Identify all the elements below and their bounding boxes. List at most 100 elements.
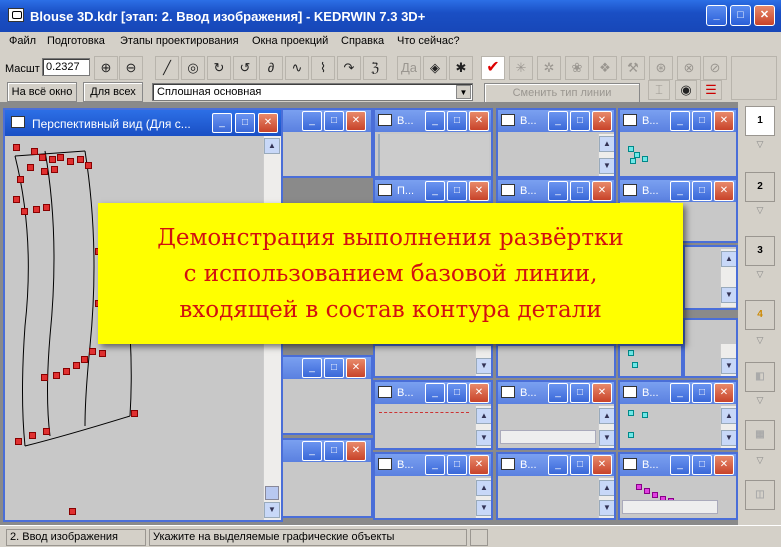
gear-icon[interactable]: ✲ bbox=[537, 56, 561, 80]
zoom-in-icon[interactable]: ⊕ bbox=[94, 56, 118, 80]
menu-file[interactable]: Файл bbox=[9, 35, 36, 47]
menu-prepare[interactable]: Подготовка bbox=[47, 35, 105, 47]
status-empty bbox=[470, 529, 488, 546]
projection-window[interactable]: В... _ □ ✕ ▲ ▼ bbox=[373, 380, 493, 450]
window-icon bbox=[623, 458, 637, 470]
change-line-type-button[interactable]: Сменить тип линии bbox=[484, 83, 640, 103]
stage-panel: 1 ▽ 2 ▽ 3 ▽ 4 ▽ ◧ ▽ ▦ ▽ ◫ bbox=[738, 100, 781, 525]
window-icon bbox=[501, 114, 515, 126]
hook-tool-icon[interactable]: ↷ bbox=[337, 56, 361, 80]
eye-icon[interactable]: ◉ bbox=[675, 80, 697, 100]
app-icon[interactable] bbox=[8, 8, 24, 22]
projection-window[interactable]: В... _ □ ✕ ▲ ▼ bbox=[496, 380, 616, 450]
scroll-down-icon[interactable]: ▼ bbox=[264, 502, 280, 518]
target-tool-icon[interactable]: ◈ bbox=[423, 56, 447, 80]
polyline-tool-icon[interactable]: ⌇ bbox=[311, 56, 335, 80]
separator-icon: ▽ bbox=[756, 205, 764, 215]
projection-window[interactable]: _ □ ✕ bbox=[278, 438, 373, 518]
window-icon bbox=[501, 184, 515, 196]
projection-window[interactable]: П... _ □ ✕ bbox=[373, 178, 493, 203]
da-tool-button[interactable]: Дa bbox=[397, 56, 421, 80]
stage-7-icon[interactable]: ◫ bbox=[745, 480, 775, 510]
status-stage: 2. Ввод изображения bbox=[6, 529, 146, 546]
menu-help[interactable]: Справка bbox=[341, 35, 384, 47]
hammer-icon[interactable]: ⚒ bbox=[621, 56, 645, 80]
ball2-icon[interactable]: ⊗ bbox=[677, 56, 701, 80]
window-title: Blouse 3D.kdr [этап: 2. Ввод изображения… bbox=[30, 9, 426, 24]
mesh-icon[interactable]: ❖ bbox=[593, 56, 617, 80]
chevron-down-icon[interactable]: ▼ bbox=[456, 85, 471, 99]
projection-window[interactable]: В... _ □ ✕ bbox=[496, 178, 616, 203]
projection-window[interactable]: _ □ ✕ bbox=[278, 355, 373, 435]
menu-projection-windows[interactable]: Окна проекций bbox=[252, 35, 328, 47]
ball-icon[interactable]: ⊛ bbox=[649, 56, 673, 80]
fit-all-button[interactable]: Для всех bbox=[83, 82, 143, 102]
cut-tool-icon[interactable]: ✱ bbox=[449, 56, 473, 80]
separator-icon: ▽ bbox=[756, 395, 764, 405]
stage-3-button[interactable]: 3 bbox=[745, 236, 775, 266]
window-icon bbox=[378, 114, 392, 126]
close-button[interactable]: ✕ bbox=[258, 113, 278, 133]
minimize-button[interactable]: _ bbox=[706, 5, 727, 26]
sphere-icon[interactable]: ❀ bbox=[565, 56, 589, 80]
line-type-select[interactable]: Сплошная основная ▼ bbox=[152, 83, 473, 101]
curve-tool-icon[interactable]: ∿ bbox=[285, 56, 309, 80]
line-tool-icon[interactable]: ╱ bbox=[155, 56, 179, 80]
toolbar-blank-panel bbox=[731, 56, 777, 100]
window-icon bbox=[501, 458, 515, 470]
menu-stages[interactable]: Этапы проектирования bbox=[120, 35, 239, 47]
projection-window[interactable] bbox=[496, 344, 616, 378]
menu-what-now[interactable]: Что сейчас? bbox=[397, 35, 460, 47]
maximize-button[interactable]: □ bbox=[730, 5, 751, 26]
checkmark-icon[interactable]: ✔ bbox=[481, 56, 505, 80]
maximize-button[interactable]: □ bbox=[235, 113, 255, 133]
projection-window[interactable] bbox=[618, 344, 683, 378]
stage-4-button[interactable]: 4 bbox=[745, 300, 775, 330]
window-icon bbox=[623, 386, 637, 398]
spline-tool-icon[interactable]: ∂ bbox=[259, 56, 283, 80]
projection-window[interactable]: _ □ ✕ bbox=[278, 108, 373, 178]
status-hint: Укажите на выделяемые графические объект… bbox=[149, 529, 467, 546]
minimize-button[interactable]: _ bbox=[212, 113, 232, 133]
projection-window[interactable]: В... _ □ ✕ bbox=[618, 452, 738, 520]
projection-window[interactable]: ▼ bbox=[683, 318, 738, 378]
projection-window[interactable]: В... _ □ ✕ ▲ ▼ bbox=[496, 108, 616, 178]
bracket-icon[interactable]: ⌶ bbox=[648, 80, 670, 100]
separator-icon: ▽ bbox=[756, 455, 764, 465]
asterisk-icon[interactable]: ✳ bbox=[509, 56, 533, 80]
arc2-tool-icon[interactable]: ↺ bbox=[233, 56, 257, 80]
scroll-up-icon[interactable]: ▲ bbox=[264, 138, 280, 154]
ball3-icon[interactable]: ⊘ bbox=[703, 56, 727, 80]
projection-window[interactable]: В... _ □ ✕ ▲ ▼ bbox=[373, 452, 493, 520]
stage-1-button[interactable]: 1 bbox=[745, 106, 775, 136]
projection-window[interactable]: ▼ bbox=[373, 344, 493, 378]
perspective-window-title: Перспективный вид (Для с... bbox=[32, 117, 191, 131]
window-icon bbox=[11, 116, 25, 128]
projection-window[interactable]: В... _ □ ✕ ▲ ▼ bbox=[618, 380, 738, 450]
separator-icon: ▽ bbox=[756, 335, 764, 345]
stage-6-icon[interactable]: ▦ bbox=[745, 420, 775, 450]
window-icon bbox=[501, 386, 515, 398]
projection-window[interactable]: ▲ ▼ bbox=[683, 245, 738, 310]
title-bar: Blouse 3D.kdr [этап: 2. Ввод изображения… bbox=[0, 0, 781, 32]
banner-line-3: входящей в состав контура детали bbox=[179, 297, 602, 323]
circle-tool-icon[interactable]: ◎ bbox=[181, 56, 205, 80]
projection-window[interactable]: В... _ □ ✕ ▲ ▼ bbox=[496, 452, 616, 520]
list-icon[interactable]: ☰ bbox=[700, 80, 722, 100]
status-bar: 2. Ввод изображения Укажите на выделяемы… bbox=[0, 525, 781, 547]
window-icon bbox=[623, 184, 637, 196]
separator-icon: ▽ bbox=[756, 139, 764, 149]
stage-2-button[interactable]: 2 bbox=[745, 172, 775, 202]
arc-tool-icon[interactable]: ↻ bbox=[207, 56, 231, 80]
window-icon bbox=[378, 386, 392, 398]
bend-tool-icon[interactable]: ℨ bbox=[363, 56, 387, 80]
projection-window[interactable]: В... _ □ ✕ bbox=[618, 108, 738, 178]
scale-input[interactable]: 0.2327 bbox=[42, 58, 90, 76]
menu-bar: Файл Подготовка Этапы проектирования Окн… bbox=[0, 32, 781, 52]
window-icon bbox=[378, 458, 392, 470]
stage-5-icon[interactable]: ◧ bbox=[745, 362, 775, 392]
projection-window[interactable]: В... _ □ ✕ bbox=[373, 108, 493, 178]
zoom-out-icon[interactable]: ⊖ bbox=[119, 56, 143, 80]
close-button[interactable]: ✕ bbox=[754, 5, 775, 26]
fit-window-button[interactable]: На всё окно bbox=[7, 82, 77, 102]
